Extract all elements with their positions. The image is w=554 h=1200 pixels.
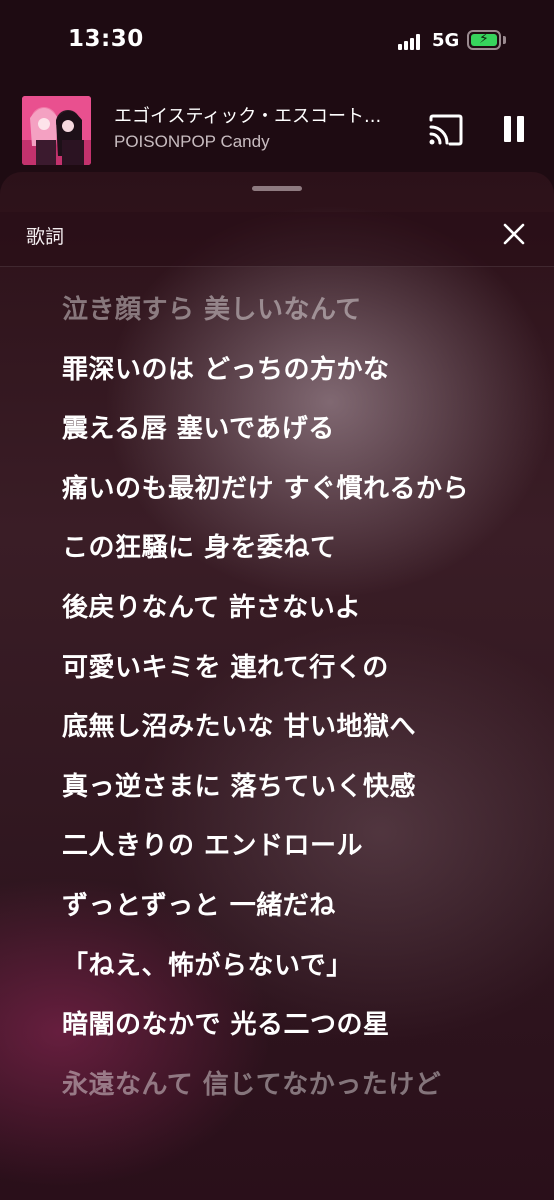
lyric-line[interactable]: 永遠なんて 信じてなかったけど (62, 1067, 502, 1103)
charging-bolt-icon: ⚡ (479, 31, 489, 47)
lyric-line[interactable]: 「ねえ、怖がらないで」 (62, 948, 502, 984)
lyrics-sheet: 歌詞 泣き顔すら 美しいなんて 罪深いのは どっちの方かな 震える唇 塞いであげ… (0, 172, 554, 1200)
lyric-line[interactable]: 痛いのも最初だけ すぐ慣れるから (62, 471, 502, 507)
lyric-line[interactable]: 泣き顔すら 美しいなんて (62, 292, 502, 328)
lyric-line[interactable]: 罪深いのは どっちの方かな (62, 352, 502, 388)
sheet-header: 歌詞 (0, 212, 554, 267)
lyric-line[interactable]: 後戻りなんて 許さないよ (62, 590, 502, 626)
battery-tip (503, 36, 506, 44)
signal-icon (398, 34, 424, 50)
lyric-line[interactable]: 暗闇のなかで 光る二つの星 (62, 1007, 502, 1043)
lyric-line[interactable]: この狂騒に 身を委ねて (62, 530, 502, 566)
lyrics-list: 泣き顔すら 美しいなんて 罪深いのは どっちの方かな 震える唇 塞いであげる 痛… (62, 292, 502, 1126)
album-art[interactable] (22, 96, 91, 165)
cast-button[interactable] (428, 114, 464, 146)
drag-handle[interactable] (252, 186, 302, 191)
track-title[interactable]: エゴイスティック・エスコート... (114, 102, 404, 128)
cast-icon (429, 114, 463, 146)
lyric-line[interactable]: 真っ逆さまに 落ちていく快感 (62, 769, 502, 805)
battery-icon: ⚡ (467, 30, 501, 50)
sheet-title: 歌詞 (26, 226, 65, 248)
lyric-line[interactable]: 二人きりの エンドロール (62, 828, 502, 864)
close-icon (503, 223, 525, 245)
pause-icon (504, 116, 511, 142)
lyric-line[interactable]: 震える唇 塞いであげる (62, 411, 502, 447)
pause-button[interactable] (500, 112, 528, 146)
network-label: 5G (432, 30, 460, 51)
status-time: 13:30 (68, 26, 144, 52)
lyric-line[interactable]: 可愛いキミを 連れて行くの (62, 650, 502, 686)
lyric-line[interactable]: ずっとずっと 一緒だね (62, 888, 502, 924)
track-artist[interactable]: POISONPOP Candy (114, 132, 270, 152)
lyric-line[interactable]: 底無し沼みたいな 甘い地獄へ (62, 709, 502, 745)
now-playing-bar[interactable]: エゴイスティック・エスコート... POISONPOP Candy (0, 90, 554, 172)
close-button[interactable] (502, 222, 526, 246)
status-bar: 13:30 5G ⚡ (0, 0, 554, 90)
